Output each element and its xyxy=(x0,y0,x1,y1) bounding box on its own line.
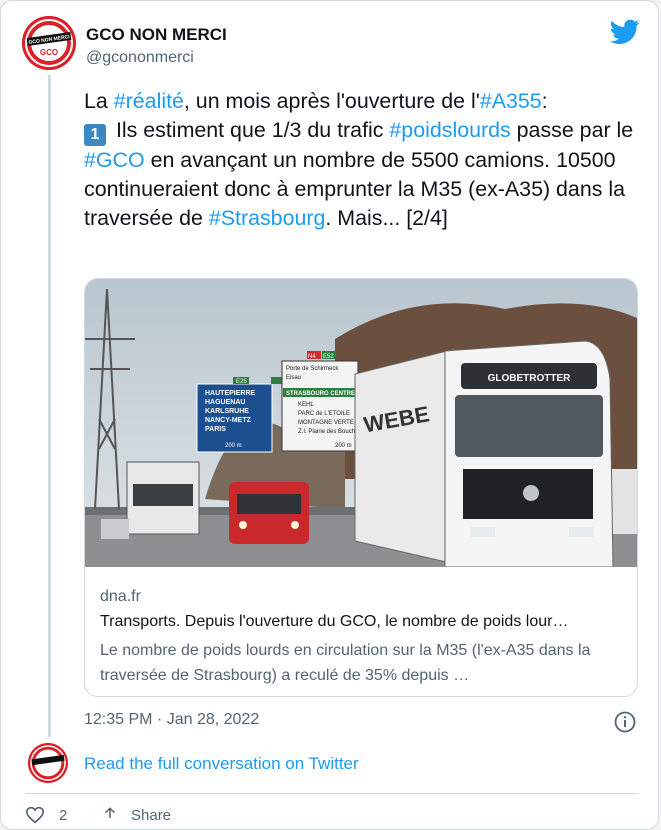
avatar-logo-icon xyxy=(28,743,68,783)
sign-left-line: HAUTEPIERRE xyxy=(205,390,256,397)
sign-right-line: KEHL xyxy=(298,402,314,408)
tweet-timestamp[interactable]: 12:35 PM · Jan 28, 2022 xyxy=(84,711,259,729)
heart-icon[interactable] xyxy=(25,806,45,824)
sign-left-line: KARLSRUHE xyxy=(205,408,249,415)
tweet-text-segment: Ils estiment que 1/3 du trafic xyxy=(110,118,390,142)
tweet-text-segment: , un mois après l'ouverture de l' xyxy=(183,89,480,113)
read-full-conversation-link[interactable]: Read the full conversation on Twitter xyxy=(84,754,359,774)
tweet-text-segment: : xyxy=(541,89,548,113)
route-badge: E25 xyxy=(236,379,247,385)
link-description: Le nombre de poids lourds en circulation… xyxy=(100,642,591,684)
author-name[interactable]: GCO NON MERCI xyxy=(86,25,227,45)
sign-right-line: Z.I. Plaine des Bouchers xyxy=(298,429,363,435)
tweet-text-segment: La xyxy=(84,89,114,113)
avatar-bottom-text: GCO xyxy=(40,48,58,57)
sign-right-line: MONTAGNE VERTE xyxy=(298,420,354,426)
sign-left-line: HAGUENAU xyxy=(205,399,245,406)
sign-right-distance: 200 m xyxy=(335,443,352,449)
link-domain: dna.fr xyxy=(100,588,141,605)
route-badge: N4 xyxy=(308,354,316,360)
tweet-embed-card: GCO NON MERCI GCO GCO NON MERCI @gcononm… xyxy=(0,0,659,830)
article-photo: HAUTEPIERRE HAGUENAU KARLSRUHE NANCY-MET… xyxy=(85,279,637,567)
tweet-text-segment: passe par le xyxy=(510,118,634,142)
sign-right-line: PARC de L'ETOILE xyxy=(298,411,350,417)
tweet-text-segment: . Mais... [2/4] xyxy=(325,206,448,230)
sign-right-line: Porte de Schirmeck xyxy=(286,366,339,372)
hashtag-a355[interactable]: #A355 xyxy=(480,89,542,113)
thread-line xyxy=(48,75,51,737)
author-avatar-small[interactable] xyxy=(28,743,68,783)
link-preview-card[interactable]: HAUTEPIERRE HAGUENAU KARLSRUHE NANCY-MET… xyxy=(84,278,638,697)
info-icon[interactable] xyxy=(614,711,636,733)
twitter-bird-icon[interactable] xyxy=(610,19,640,45)
truck-brand: GLOBETROTTER xyxy=(488,373,572,384)
hashtag-gco[interactable]: #GCO xyxy=(84,148,145,172)
keycap-one-emoji-icon: 1 xyxy=(84,124,106,146)
hashtag-poidslourds[interactable]: #poidslourds xyxy=(389,118,510,142)
hashtag-realite[interactable]: #réalité xyxy=(114,89,184,113)
sign-right-line: STRASBOURG CENTRE xyxy=(286,391,355,397)
author-handle[interactable]: @gcononmerci xyxy=(86,49,194,67)
hashtag-strasbourg[interactable]: #Strasbourg xyxy=(209,206,326,230)
sign-left-distance: 200 m xyxy=(225,443,242,449)
sign-left-line: NANCY-METZ xyxy=(205,417,252,424)
share-label[interactable]: Share xyxy=(131,807,171,824)
divider xyxy=(25,793,638,794)
share-icon[interactable] xyxy=(101,806,119,824)
sign-left-line: PARIS xyxy=(205,426,226,433)
avatar-logo-icon: GCO NON MERCI GCO xyxy=(22,16,76,70)
tweet-text: La #réalité, un mois après l'ouverture d… xyxy=(84,87,654,233)
link-title: Transports. Depuis l'ouverture du GCO, l… xyxy=(100,613,569,630)
author-avatar[interactable]: GCO NON MERCI GCO xyxy=(22,16,76,70)
sign-right-line: Elsau xyxy=(286,375,301,381)
like-count[interactable]: 2 xyxy=(59,807,67,824)
route-badge: E52 xyxy=(323,354,334,360)
